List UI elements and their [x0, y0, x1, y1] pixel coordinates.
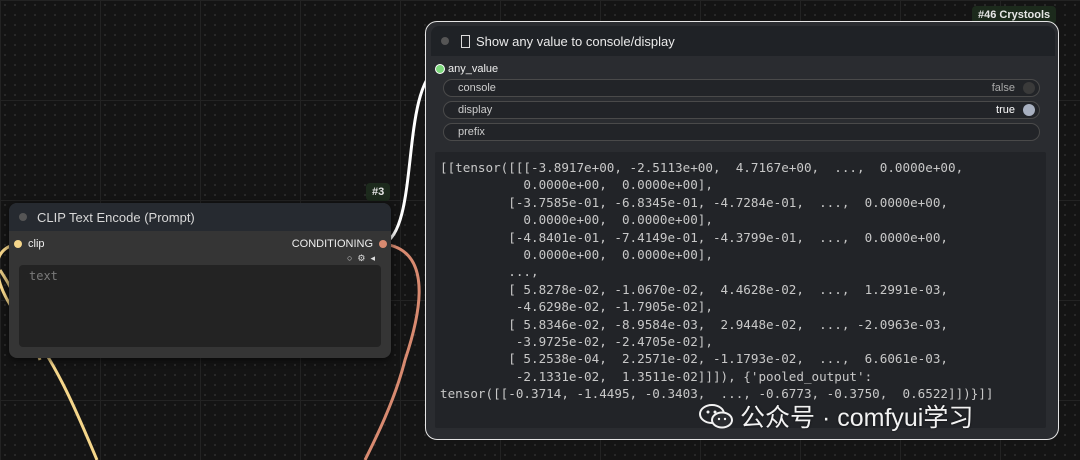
clip-input-socket[interactable]: [14, 240, 22, 248]
node-title: CLIP Text Encode (Prompt): [37, 209, 195, 225]
collapse-dot-icon[interactable]: [19, 213, 27, 221]
prompt-textarea[interactable]: text: [19, 265, 381, 347]
watermark-text: 公众号 · comfyui学习: [740, 404, 974, 432]
node-title: Show any value to console/display: [476, 33, 675, 49]
watermark: 公众号 · comfyui学习: [698, 398, 973, 434]
any-value-input-label: any_value: [448, 63, 499, 75]
node-title-bar[interactable]: Show any value to console/display: [431, 26, 1055, 56]
circle-icon: ○: [346, 253, 353, 263]
widget-value: true: [996, 104, 1015, 116]
output-text: [[tensor([[[-3.8917e+00, -2.5113e+00, 4.…: [440, 160, 994, 402]
wechat-icon: [699, 404, 733, 429]
clip-input-label: clip: [28, 238, 45, 250]
node-id-badge: #3: [366, 183, 391, 201]
conditioning-output-label: CONDITIONING: [291, 238, 373, 250]
prefix-input[interactable]: prefix: [443, 123, 1040, 141]
toggle-on-icon[interactable]: [1023, 104, 1035, 116]
show-any-value-node[interactable]: Show any value to console/display any_va…: [425, 21, 1059, 440]
node-badges: ○ ⚙ ◂: [347, 254, 375, 263]
widget-value: false: [991, 82, 1015, 94]
widget-label: display: [458, 104, 493, 116]
collapse-dot-icon[interactable]: [441, 37, 449, 45]
widget-label: prefix: [458, 126, 485, 138]
clip-text-encode-node[interactable]: CLIP Text Encode (Prompt) clip CONDITION…: [9, 203, 391, 358]
console-toggle[interactable]: console false: [443, 79, 1040, 97]
box-icon: [461, 34, 470, 48]
gear-icon: ⚙: [357, 253, 366, 263]
conditioning-output-socket[interactable]: [379, 240, 387, 248]
speaker-icon: ◂: [370, 253, 375, 263]
node-title-bar[interactable]: CLIP Text Encode (Prompt): [9, 203, 391, 231]
widget-label: console: [458, 82, 496, 94]
output-display[interactable]: [[tensor([[[-3.8917e+00, -2.5113e+00, 4.…: [435, 152, 1046, 428]
any-value-input-socket[interactable]: [435, 64, 445, 74]
toggle-off-icon[interactable]: [1023, 82, 1035, 94]
display-toggle[interactable]: display true: [443, 101, 1040, 119]
